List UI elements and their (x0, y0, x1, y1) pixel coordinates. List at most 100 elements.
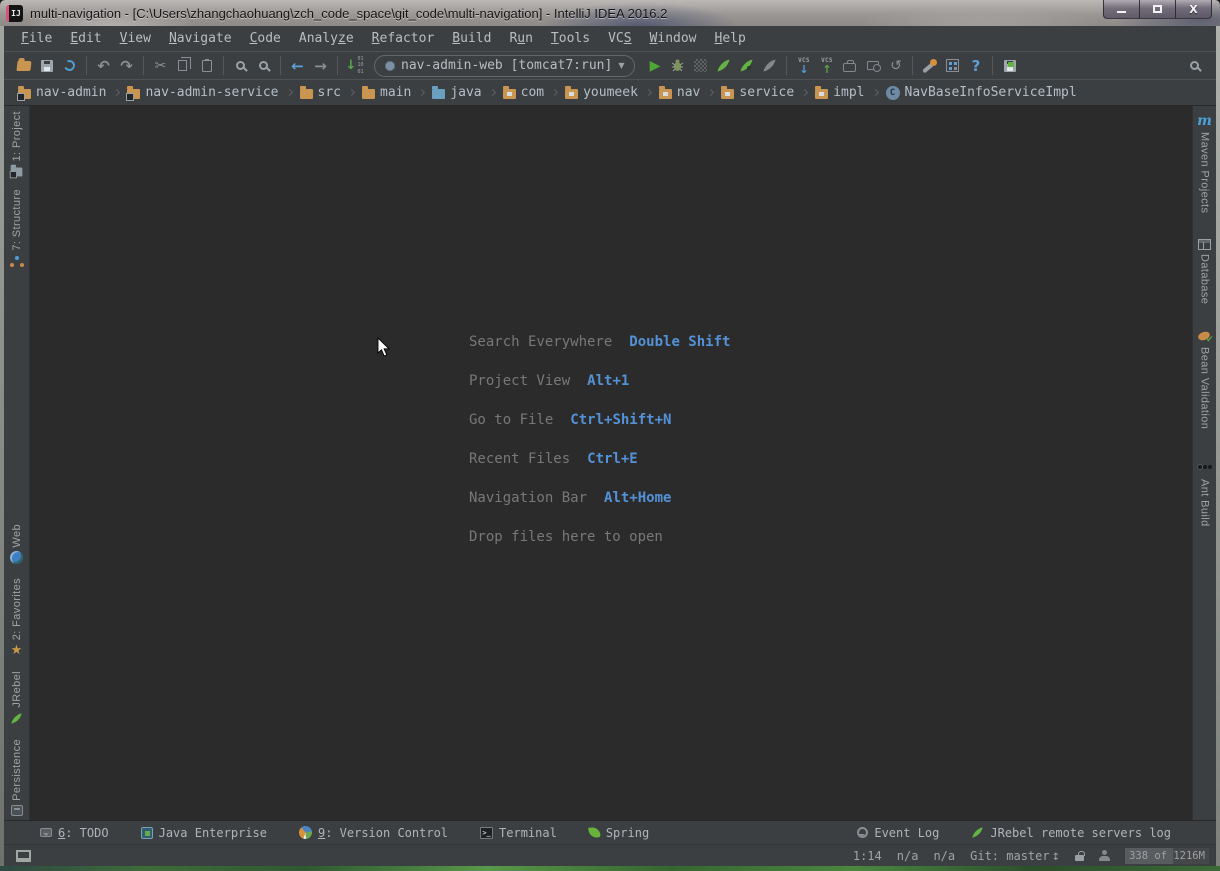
jrebel-debug-button[interactable] (735, 54, 758, 77)
menu-item-vcs[interactable]: VCS (599, 31, 640, 46)
run-configuration-select[interactable]: nav-admin-web [tomcat7:run] ▼ (374, 55, 635, 77)
menu-item-code[interactable]: Code (241, 31, 290, 46)
git-branch-widget[interactable]: Git: master↕ (970, 849, 1060, 863)
menu-item-help[interactable]: Help (706, 31, 755, 46)
unlock-icon[interactable] (1075, 855, 1084, 861)
sort-lines-button[interactable]: ↓ 011001 (343, 54, 366, 77)
breadcrumb-nav-admin-service[interactable]: nav-admin-service (127, 85, 278, 100)
coverage-button[interactable] (689, 54, 712, 77)
hint-go-to-file: Go to FileCtrl+Shift+N (469, 400, 730, 439)
toolwindow-tab-project[interactable]: 1: Project (10, 111, 23, 177)
paste-button[interactable] (195, 54, 218, 77)
open-folder-button[interactable] (12, 54, 35, 77)
run-button[interactable]: ▶ (643, 54, 666, 77)
toolwindow-tab-favorites[interactable]: 2: Favorites ★ (11, 578, 23, 657)
jrebel-save-button[interactable] (998, 54, 1021, 77)
menu-item-run[interactable]: Run (500, 31, 541, 46)
archive-button[interactable] (838, 54, 861, 77)
help-button[interactable]: ? (964, 54, 987, 77)
menu-item-analyze[interactable]: Analyze (290, 31, 363, 46)
project-structure-button[interactable] (941, 54, 964, 77)
cut-button[interactable]: ✂ (149, 54, 172, 77)
redo-button[interactable]: ↷ (115, 54, 138, 77)
menu-item-view[interactable]: View (111, 31, 160, 46)
chevron-right-icon (801, 89, 808, 96)
save-all-button[interactable] (35, 54, 58, 77)
line-separator-indicator[interactable]: n/a (897, 849, 919, 863)
breadcrumb-nav[interactable]: nav (659, 85, 700, 100)
encoding-indicator[interactable]: n/a (933, 849, 955, 863)
back-button[interactable]: ← (286, 54, 309, 77)
breadcrumb-com[interactable]: com (503, 85, 544, 100)
menu-item-tools[interactable]: Tools (542, 31, 599, 46)
revert-button[interactable]: ↺ (884, 54, 907, 77)
toolwindow-tab-version-control[interactable]: 9: Version Control (299, 826, 448, 840)
settings-button[interactable] (918, 54, 941, 77)
editor-area[interactable]: Search EverywhereDouble Shift Project Vi… (30, 106, 1192, 820)
breadcrumb-youmeek[interactable]: youmeek (565, 85, 638, 100)
toggle-toolwindows-icon[interactable] (16, 850, 31, 862)
copy-button[interactable] (172, 54, 195, 77)
find-icon (236, 61, 245, 70)
caret-position[interactable]: 1:14 (853, 849, 882, 863)
menu-item-navigate[interactable]: Navigate (160, 31, 241, 46)
breadcrumb-src[interactable]: src (300, 85, 341, 100)
undo-button[interactable]: ↶ (92, 54, 115, 77)
maven-icon: m (1197, 114, 1212, 128)
vcs-update-button[interactable]: VCS↓ (792, 54, 815, 77)
bean-validation-icon: ✔ (1198, 331, 1212, 343)
breadcrumb-service[interactable]: service (721, 85, 794, 100)
jrebel-save-icon (1004, 60, 1016, 72)
favorites-icon: ★ (11, 644, 23, 657)
memory-indicator[interactable]: 338 of 1216M (1125, 848, 1209, 864)
breadcrumb-impl[interactable]: impl (815, 85, 864, 100)
jrebel-log-button[interactable]: JRebel remote servers log (971, 826, 1171, 840)
vcs-commit-button[interactable]: VCS↑ (815, 54, 838, 77)
forward-button[interactable]: → (309, 54, 332, 77)
toolwindow-tab-structure[interactable]: 7: Structure (11, 189, 23, 268)
breadcrumb-main[interactable]: main (362, 85, 411, 100)
menu-item-window[interactable]: Window (641, 31, 706, 46)
minimize-button[interactable] (1103, 0, 1140, 19)
breadcrumb-class[interactable]: CNavBaseInfoServiceImpl (886, 85, 1077, 100)
toolwindow-tab-ant-build[interactable]: Ant Build (1198, 459, 1212, 527)
maximize-button[interactable] (1139, 0, 1176, 19)
toolwindow-tab-persistence[interactable]: Persistence (11, 739, 23, 816)
ide-window: IJ multi-navigation - [C:\Users\zhangcha… (0, 0, 1220, 871)
rocket-disabled-button[interactable] (758, 54, 781, 77)
hector-icon[interactable] (1099, 856, 1110, 861)
folder-icon (300, 89, 313, 99)
title-bar[interactable]: IJ multi-navigation - [C:\Users\zhangcha… (0, 0, 1220, 26)
toolwindow-tab-spring[interactable]: Spring (589, 826, 649, 840)
shelve-button[interactable] (861, 54, 884, 77)
toolwindow-tab-bean-validation[interactable]: ✔ Bean Validation (1198, 331, 1212, 429)
close-button[interactable]: X (1175, 0, 1212, 19)
breadcrumb-nav-admin[interactable]: nav-admin (18, 85, 106, 100)
toolwindow-tab-terminal[interactable]: >_ Terminal (480, 826, 557, 840)
toolwindow-tab-maven[interactable]: m Maven Projects (1197, 114, 1212, 213)
event-log-button[interactable]: Event Log (857, 826, 939, 840)
package-icon (815, 89, 828, 99)
debug-button[interactable] (666, 54, 689, 77)
menu-item-edit[interactable]: Edit (61, 31, 110, 46)
breadcrumb-java[interactable]: java (432, 85, 481, 100)
replace-button[interactable] (252, 54, 275, 77)
toolwindow-tab-todo[interactable]: 6: TODO (40, 826, 109, 840)
intellij-logo: IJ (6, 5, 23, 22)
sync-button[interactable] (58, 54, 81, 77)
menu-item-refactor[interactable]: Refactor (363, 31, 444, 46)
toolwindow-tab-java-enterprise[interactable]: Java Enterprise (141, 826, 267, 840)
menu-item-file[interactable]: File (12, 31, 61, 46)
jrebel-run-button[interactable] (712, 54, 735, 77)
jrebel-icon (971, 826, 984, 839)
save-all-icon (41, 60, 53, 72)
toolwindow-tab-jrebel[interactable]: JRebel (10, 671, 23, 725)
search-everywhere-button[interactable] (1183, 54, 1206, 77)
bottom-toolwindow-bar: 6: TODO Java Enterprise 9: Version Contr… (4, 820, 1216, 844)
menu-item-build[interactable]: Build (443, 31, 500, 46)
toolwindow-tab-web[interactable]: Web (10, 524, 23, 565)
shelve-icon (867, 61, 879, 70)
search-icon (1190, 61, 1199, 70)
toolwindow-tab-database[interactable]: Database (1198, 239, 1211, 304)
find-button[interactable] (229, 54, 252, 77)
